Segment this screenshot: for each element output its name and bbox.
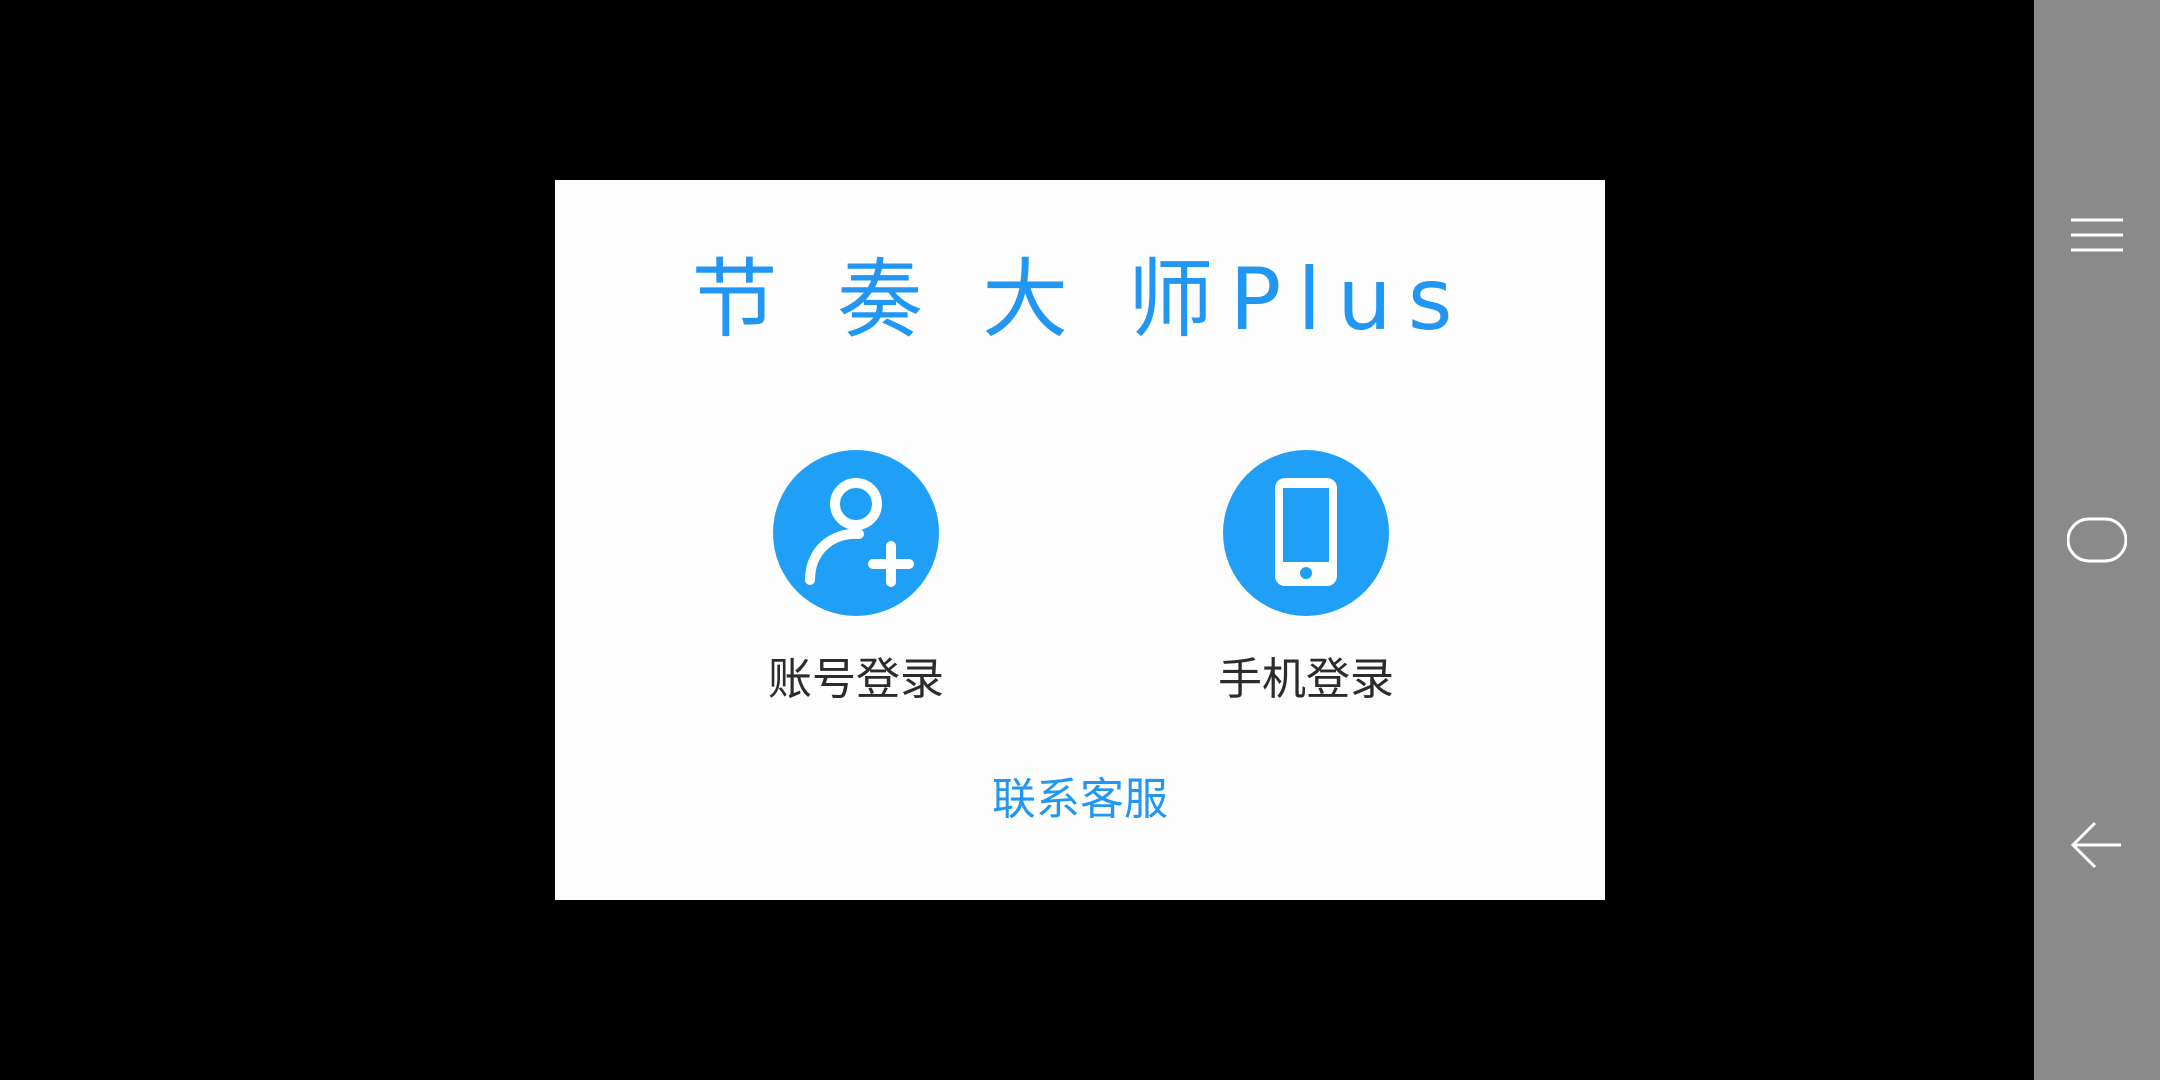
home-button[interactable]: [2034, 477, 2160, 603]
app-screen: 节 奏 大 师Plus 账号登录 手机登录 联系客服: [0, 0, 2160, 1080]
app-title: 节 奏 大 师Plus: [691, 250, 1469, 350]
back-arrow-icon: [2070, 821, 2121, 869]
home-icon: [2067, 517, 2127, 563]
account-login-label: 账号登录: [768, 654, 944, 705]
phone-login-label: 手机登录: [1218, 654, 1394, 705]
login-dialog: 节 奏 大 师Plus 账号登录 手机登录 联系客服: [555, 180, 1605, 900]
phone-login-button[interactable]: 手机登录: [1175, 450, 1435, 720]
system-navigation-bar: [2034, 0, 2160, 1080]
account-login-button[interactable]: 账号登录: [725, 450, 985, 720]
menu-icon: [2071, 218, 2123, 252]
contact-support-link[interactable]: 联系客服: [555, 770, 1605, 830]
mobile-phone-icon[interactable]: [1223, 450, 1389, 616]
dialog-title-area: 节 奏 大 师Plus: [555, 250, 1605, 350]
user-add-icon[interactable]: [773, 450, 939, 616]
menu-button[interactable]: [2034, 172, 2160, 298]
back-button[interactable]: [2034, 782, 2160, 908]
